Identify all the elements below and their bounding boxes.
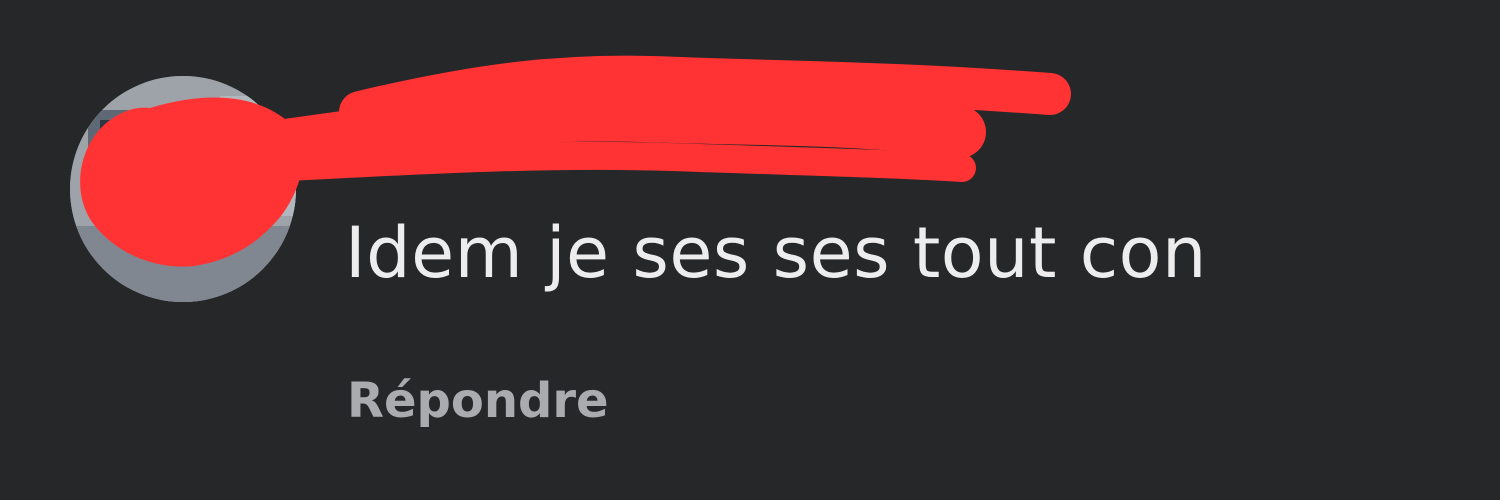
reply-button[interactable]: Répondre	[347, 366, 609, 436]
comment-author[interactable]	[350, 80, 1070, 180]
avatar[interactable]	[70, 76, 296, 302]
comment-item: Idem je ses ses tout con Répondre	[0, 0, 1500, 500]
comment-text: Idem je ses ses tout con	[345, 212, 1207, 294]
avatar-photo	[70, 76, 296, 302]
